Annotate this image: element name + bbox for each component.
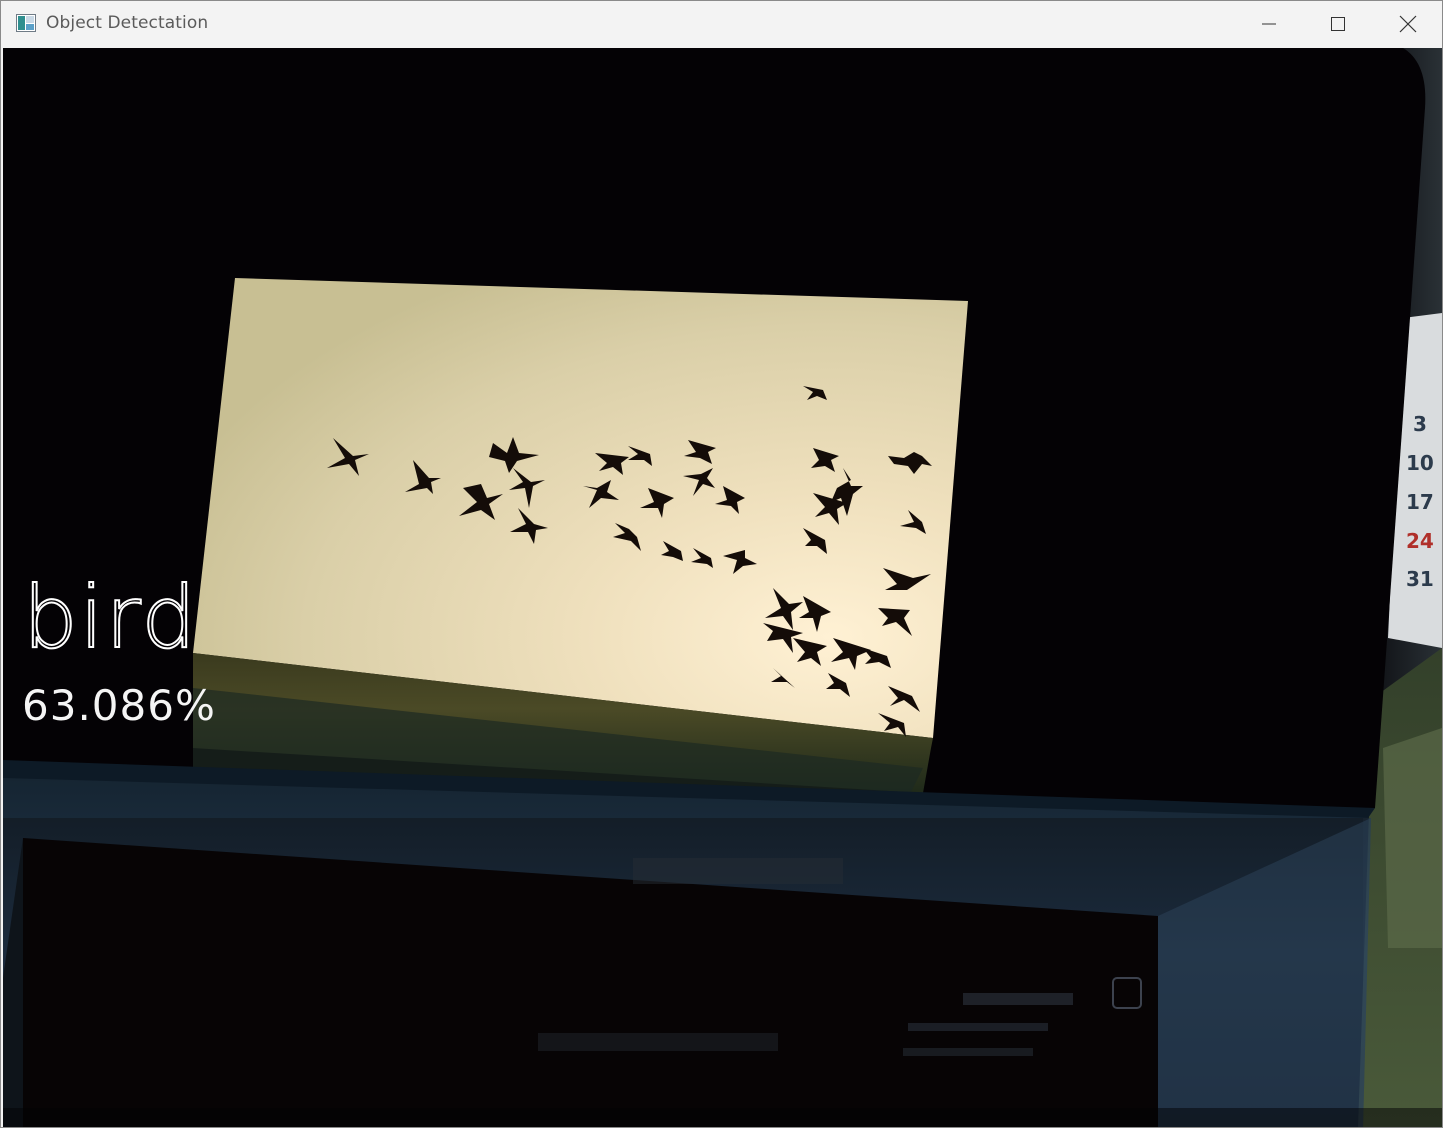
image-window-icon: [16, 14, 36, 32]
title-bar[interactable]: Object Detectation: [1, 1, 1442, 47]
camera-feed: 3 10 17 24 31 bird 63.086%: [3, 48, 1442, 1127]
calendar-number: 17: [1406, 490, 1434, 514]
maximize-icon: [1331, 17, 1345, 31]
calendar-number: 24: [1406, 529, 1434, 553]
calendar-number: 31: [1406, 567, 1434, 591]
window-title: Object Detectation: [46, 13, 209, 33]
minimize-icon: [1262, 23, 1276, 25]
detection-label: bird: [22, 568, 198, 668]
camera-frame-image: 3 10 17 24 31: [3, 48, 1442, 1127]
object-detection-window: Object Detectation 3 10 17 24 31 bird 63…: [0, 0, 1443, 1128]
detection-confidence: 63.086%: [22, 681, 216, 730]
close-button[interactable]: [1373, 1, 1442, 47]
calendar-number: 3: [1413, 412, 1427, 436]
close-icon: [1399, 15, 1417, 33]
minimize-button[interactable]: [1234, 1, 1304, 47]
maximize-button[interactable]: [1303, 1, 1373, 47]
calendar-number: 10: [1406, 451, 1434, 475]
